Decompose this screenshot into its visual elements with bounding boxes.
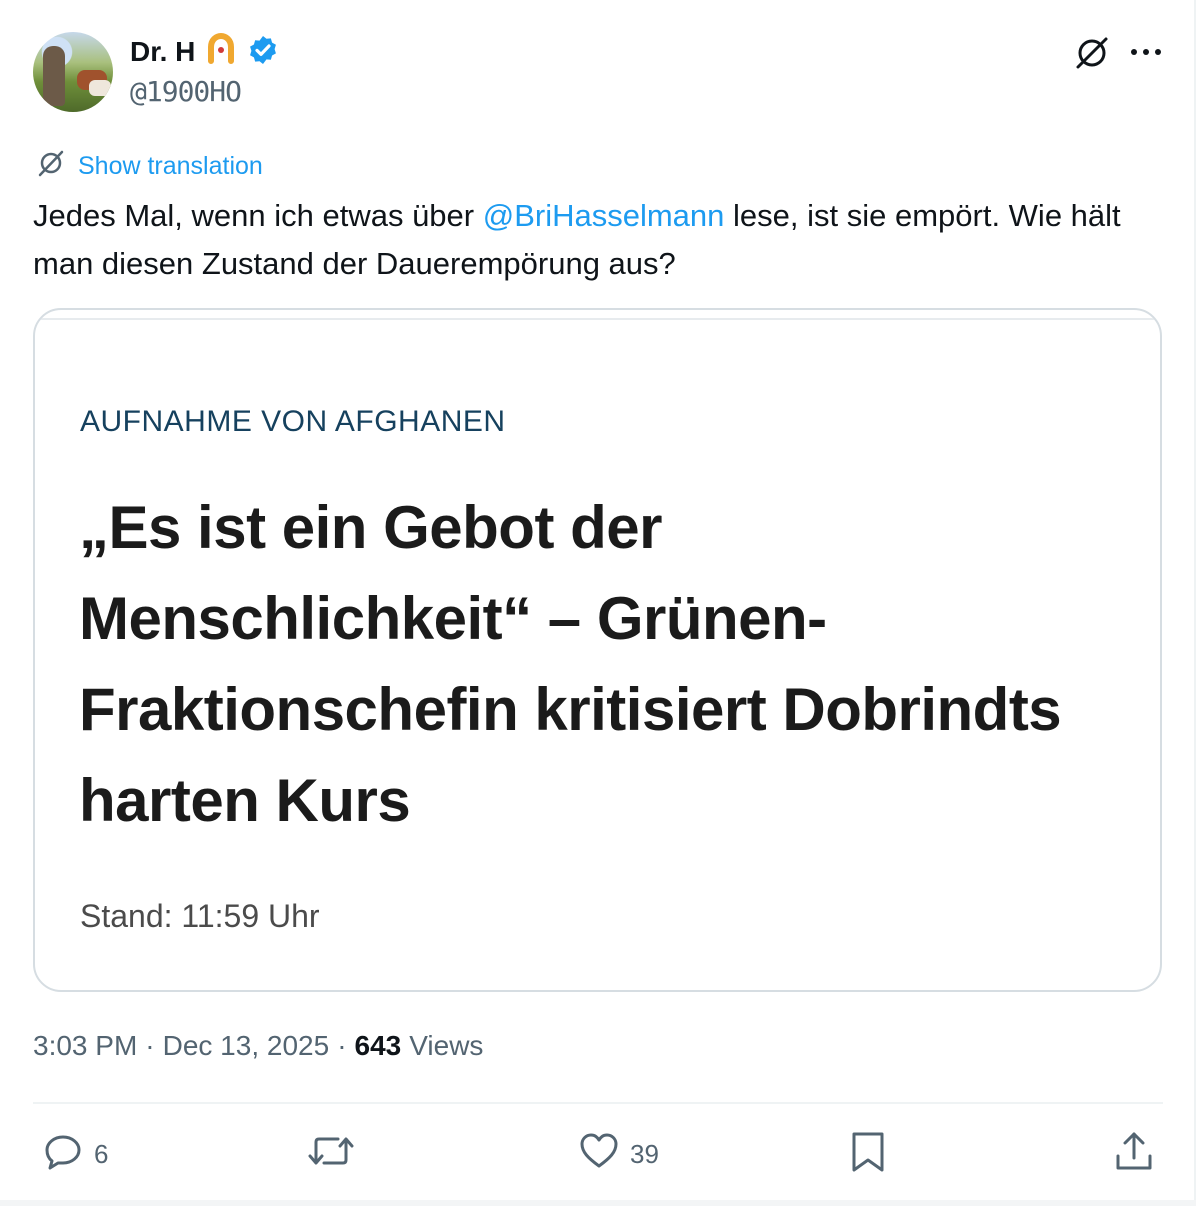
verified-badge-icon — [247, 34, 279, 71]
bookmark-button[interactable] — [848, 1130, 888, 1181]
attached-image-card[interactable]: AUFNAHME VON AFGHANEN „Es ist ein Gebot … — [33, 308, 1162, 992]
views-label: Views — [409, 1030, 484, 1061]
bookmark-icon — [848, 1130, 888, 1181]
like-button[interactable]: 39 — [578, 1130, 659, 1179]
meta-separator: · — [145, 1030, 155, 1061]
article-headline: „Es ist ein Gebot der Menschlichkeit“ – … — [79, 494, 1062, 834]
article-kicker: AUFNAHME VON AFGHANEN — [80, 405, 506, 438]
share-button[interactable] — [1113, 1130, 1155, 1181]
horseshoe-icon — [203, 32, 239, 72]
divider — [33, 1102, 1163, 1104]
author-name-row[interactable]: Dr. H — [130, 32, 279, 72]
tweet-meta: 3:03 PM · Dec 13, 2025 · 643 Views — [33, 1030, 483, 1062]
avatar[interactable] — [33, 32, 113, 112]
like-count: 39 — [630, 1139, 659, 1169]
avatar-person — [43, 46, 65, 106]
views-count: 643 — [354, 1030, 402, 1061]
tweet-date[interactable]: Dec 13, 2025 — [163, 1030, 330, 1062]
mention-link[interactable]: @BriHasselmann — [483, 198, 725, 233]
repost-icon — [308, 1130, 354, 1179]
reply-count: 6 — [94, 1139, 109, 1169]
author-handle[interactable]: @1900HO — [130, 75, 242, 108]
tweet-time[interactable]: 3:03 PM — [33, 1030, 137, 1062]
repost-button[interactable] — [308, 1130, 364, 1179]
avatar-cow — [89, 80, 111, 96]
tweet-text: Jedes Mal, wenn ich etwas über @BriHasse… — [33, 192, 1153, 288]
show-translation-label: Show translation — [78, 152, 263, 180]
heart-icon — [578, 1130, 620, 1179]
show-translation-link[interactable]: Show translation — [36, 148, 263, 185]
reply-button[interactable]: 6 — [42, 1130, 108, 1179]
card-top-line — [35, 318, 1160, 320]
display-name[interactable]: Dr. H — [130, 36, 195, 68]
translate-icon — [36, 148, 66, 185]
article-timestamp: Stand: 11:59 Uhr — [80, 898, 320, 934]
bottom-edge — [0, 1200, 1196, 1206]
grok-icon[interactable] — [1073, 34, 1111, 72]
share-icon — [1113, 1130, 1155, 1181]
reply-icon — [42, 1130, 84, 1179]
meta-separator: · — [337, 1030, 347, 1061]
tweet-text-before: Jedes Mal, wenn ich etwas über — [33, 198, 483, 233]
more-icon[interactable] — [1128, 40, 1164, 64]
